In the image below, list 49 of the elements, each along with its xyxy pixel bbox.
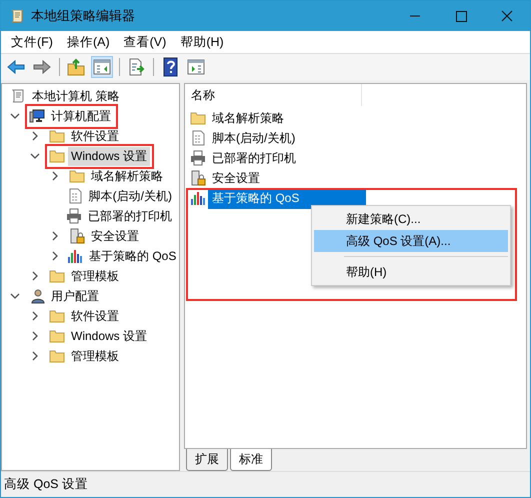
tree-item[interactable]: 管理模板 — [68, 266, 122, 286]
scroll-icon — [9, 8, 25, 24]
script-icon — [190, 130, 206, 146]
folder-icon — [49, 268, 65, 284]
tree-item[interactable]: 软件设置 — [68, 306, 122, 326]
folder-icon — [49, 308, 65, 324]
tree-item[interactable]: 管理模板 — [68, 346, 122, 366]
folder-up-icon[interactable] — [65, 56, 87, 78]
tree-item[interactable]: 计算机配置 — [48, 106, 114, 126]
folder-icon — [49, 328, 65, 344]
tree-item[interactable]: 已部署的打印机 — [85, 206, 175, 226]
tree-item[interactable]: 安全设置 — [88, 226, 142, 246]
printer-icon — [190, 150, 206, 166]
menu-item[interactable]: 新建策略(C)... — [314, 208, 508, 230]
tree-item[interactable]: 基于策略的 QoS — [86, 246, 180, 266]
tree-item[interactable]: 域名解析策略 — [88, 166, 166, 186]
folder-icon — [49, 148, 65, 164]
script-icon — [66, 188, 83, 204]
folder-icon — [190, 110, 206, 126]
folder-icon — [49, 128, 65, 144]
security-icon — [190, 170, 206, 186]
tree-item[interactable]: 本地计算机 策略 — [29, 86, 122, 106]
tree-pane-icon[interactable] — [91, 56, 113, 78]
menu-item[interactable]: 查看(V) — [118, 34, 174, 50]
tab[interactable]: 标准 — [230, 449, 272, 471]
folder-icon — [49, 348, 65, 364]
menu-item[interactable]: 操作(A) — [60, 34, 118, 50]
computer-icon — [29, 108, 45, 124]
column-header[interactable]: 名称 — [191, 86, 215, 104]
list-item[interactable]: 已部署的打印机 — [208, 148, 300, 168]
list-item[interactable]: 安全设置 — [208, 168, 264, 188]
tree-item[interactable]: 脚本(启动/关机) — [86, 186, 175, 206]
tree-item[interactable]: Windows 设置 — [68, 326, 150, 346]
user-icon — [29, 288, 45, 304]
security-icon — [69, 228, 85, 244]
printer-icon — [66, 208, 82, 224]
list-item[interactable]: 域名解析策略 — [208, 108, 288, 128]
status-text: 高级 QoS 设置 — [4, 476, 88, 493]
folder-icon — [69, 168, 85, 184]
menu-item[interactable]: 帮助(H) — [174, 34, 232, 50]
menu-item[interactable]: 帮助(H) — [314, 261, 508, 283]
menu-item[interactable]: 文件(F) — [5, 34, 61, 50]
window-title: 本地组策略编辑器 — [31, 7, 135, 25]
tab[interactable]: 扩展 — [186, 449, 228, 471]
tree-item[interactable]: Windows 设置 — [68, 146, 150, 166]
menu-item[interactable]: 高级 QoS 设置(A)... — [314, 230, 508, 252]
tree-item[interactable]: 软件设置 — [68, 126, 122, 146]
tree-item[interactable]: 用户配置 — [48, 286, 102, 306]
list-item[interactable]: 脚本(启动/关机) — [208, 128, 300, 148]
